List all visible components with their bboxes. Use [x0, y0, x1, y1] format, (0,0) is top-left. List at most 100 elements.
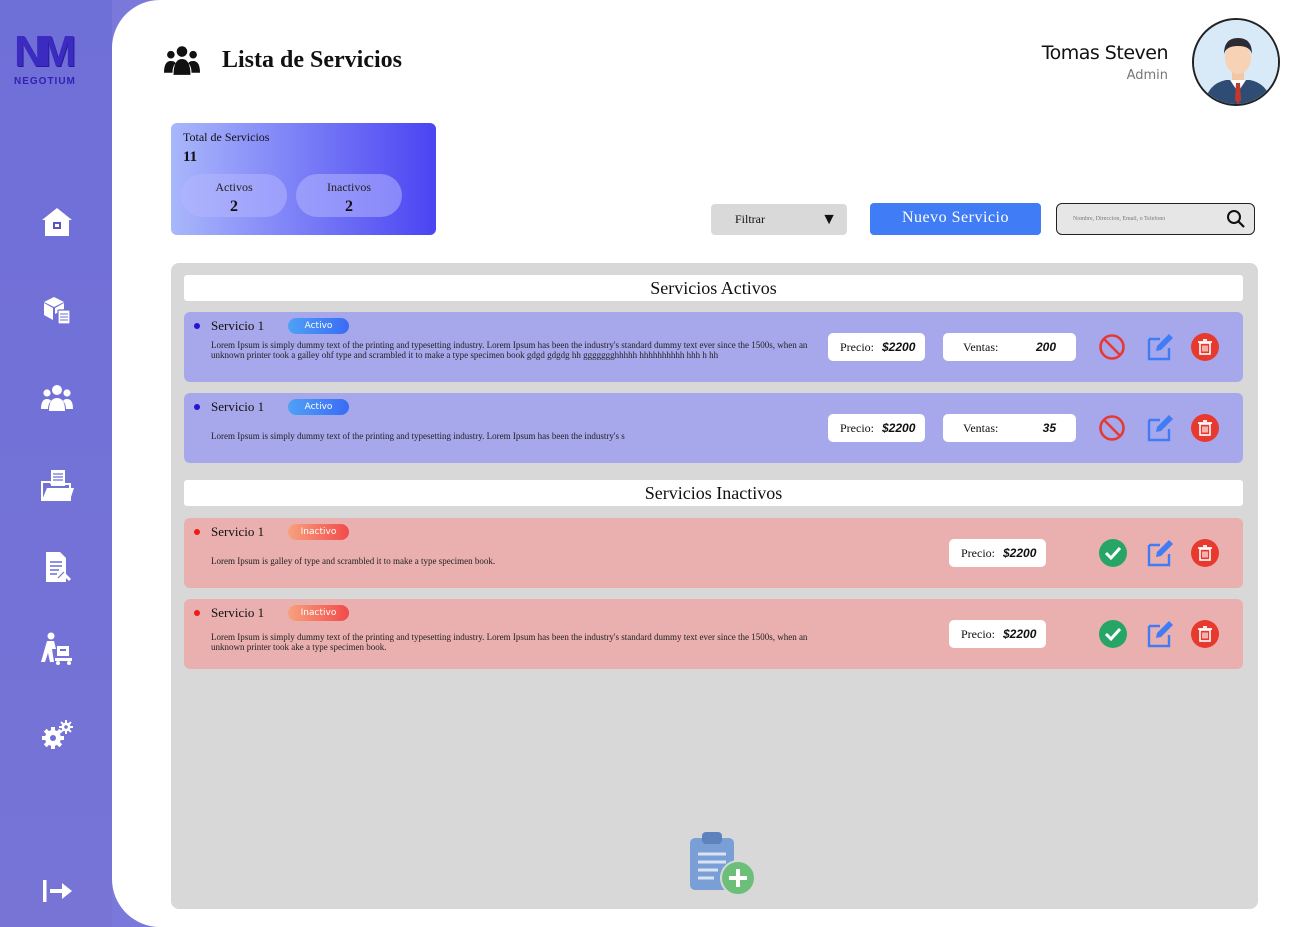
- disable-button[interactable]: [1097, 413, 1127, 443]
- active-count-label: Activos: [215, 180, 253, 194]
- sales-box: Ventas: 35: [943, 414, 1076, 442]
- total-services-label: Total de Servicios: [183, 130, 270, 144]
- service-description: Lorem Ipsum is simply dummy text of the …: [211, 632, 808, 652]
- edit-button[interactable]: [1145, 332, 1175, 362]
- service-name: Servicio 1: [211, 605, 265, 620]
- service-description: Lorem Ipsum is simply dummy text of the …: [211, 431, 625, 441]
- status-badge: Inactivo: [288, 605, 349, 621]
- block-icon: [1099, 415, 1125, 441]
- enable-button[interactable]: [1098, 619, 1128, 649]
- check-circle-icon: [1099, 620, 1127, 648]
- edit-icon: [1147, 621, 1173, 648]
- edit-button[interactable]: [1145, 538, 1175, 568]
- sidebar-item-home[interactable]: [38, 203, 76, 241]
- page-header: Lista de Servicios: [164, 44, 402, 76]
- trash-icon: [1191, 620, 1219, 648]
- service-name: Servicio 1: [211, 318, 265, 333]
- delete-button[interactable]: [1190, 413, 1220, 443]
- delete-button[interactable]: [1190, 538, 1220, 568]
- status-dot: [194, 323, 200, 329]
- logout-button[interactable]: [38, 872, 76, 910]
- users-icon: [41, 385, 73, 411]
- price-value: $2200: [1003, 546, 1037, 560]
- trash-icon: [1191, 333, 1219, 361]
- user-avatar-icon: [1194, 20, 1278, 104]
- delete-button[interactable]: [1190, 619, 1220, 649]
- add-service-button[interactable]: [688, 830, 756, 896]
- enable-button[interactable]: [1098, 538, 1128, 568]
- delivery-icon: [41, 632, 72, 665]
- products-icon: [44, 297, 71, 325]
- service-card-inactive[interactable]: Servicio 1 Inactivo Lorem Ipsum is simpl…: [184, 599, 1243, 669]
- home-icon: [42, 208, 72, 236]
- brand-logo[interactable]: NM NEGOTIUM: [14, 30, 94, 92]
- logout-icon: [43, 880, 72, 902]
- disable-button[interactable]: [1097, 332, 1127, 362]
- sidebar-item-settings[interactable]: [38, 716, 76, 754]
- status-dot: [194, 404, 200, 410]
- sidebar-item-products[interactable]: [38, 291, 76, 329]
- service-card-active[interactable]: Servicio 1 Activo Lorem Ipsum is simply …: [184, 312, 1243, 382]
- search-icon[interactable]: [1226, 209, 1246, 229]
- price-label: Precio:: [961, 545, 995, 560]
- price-value: $2200: [882, 340, 916, 354]
- sidebar-item-documents[interactable]: [38, 548, 76, 586]
- total-services-value: 11: [183, 149, 198, 165]
- services-panel: Servicios Activos Servicio 1 Activo Lore…: [171, 263, 1258, 909]
- sales-value: 200: [1035, 340, 1056, 354]
- active-section-title: Servicios Activos: [184, 275, 1243, 301]
- chevron-down-icon: ▼: [821, 210, 837, 228]
- services-stats-card: Total de Servicios 11 Activos 2 Inactivo…: [171, 123, 436, 235]
- status-badge: Activo: [288, 399, 349, 415]
- sidebar-item-folder[interactable]: [38, 466, 76, 504]
- search-input[interactable]: [1073, 216, 1226, 222]
- price-value: $2200: [1003, 627, 1037, 641]
- service-card-inactive[interactable]: Servicio 1 Inactivo Lorem Ipsum is galle…: [184, 518, 1243, 588]
- main-panel: Lista de Servicios Tomas Steven Admin To…: [112, 0, 1306, 927]
- edit-icon: [1147, 334, 1173, 361]
- filter-dropdown[interactable]: Filtrar ▼: [711, 204, 847, 235]
- user-info: Tomas Steven Admin: [1041, 42, 1169, 83]
- sales-label: Ventas:: [963, 339, 999, 354]
- status-badge: Activo: [288, 318, 349, 334]
- settings-icon: [42, 720, 73, 749]
- brand-mark: NM: [14, 27, 76, 76]
- price-label: Precio:: [961, 626, 995, 641]
- user-role: Admin: [1126, 68, 1168, 83]
- service-name: Servicio 1: [211, 524, 265, 539]
- edit-button[interactable]: [1145, 413, 1175, 443]
- block-icon: [1099, 334, 1125, 360]
- sidebar: NM NEGOTIUM: [0, 0, 112, 927]
- service-description: Lorem Ipsum is simply dummy text of the …: [211, 340, 808, 360]
- new-service-button[interactable]: Nuevo Servicio: [870, 203, 1041, 235]
- users-icon: [164, 46, 200, 75]
- inactive-count-label: Inactivos: [327, 180, 371, 194]
- edit-button[interactable]: [1145, 619, 1175, 649]
- inactive-count-value: 2: [345, 198, 353, 215]
- sales-box: Ventas: 200: [943, 333, 1076, 361]
- delete-button[interactable]: [1190, 332, 1220, 362]
- user-name: Tomas Steven: [1041, 42, 1169, 64]
- status-dot: [194, 610, 200, 616]
- filter-label: Filtrar: [735, 212, 765, 226]
- status-badge: Inactivo: [288, 524, 349, 540]
- edit-icon: [1147, 415, 1173, 442]
- active-count-value: 2: [230, 198, 238, 215]
- search-box: [1056, 203, 1255, 235]
- price-box: Precio: $2200: [949, 620, 1047, 648]
- price-label: Precio:: [840, 420, 874, 435]
- price-box: Precio: $2200: [828, 414, 926, 442]
- price-label: Precio:: [840, 339, 874, 354]
- price-box: Precio: $2200: [828, 333, 926, 361]
- trash-icon: [1191, 539, 1219, 567]
- sidebar-item-delivery[interactable]: [38, 630, 76, 668]
- price-value: $2200: [882, 421, 916, 435]
- avatar[interactable]: [1192, 18, 1280, 106]
- sidebar-item-users[interactable]: [38, 379, 76, 417]
- page-title: Lista de Servicios: [222, 46, 402, 73]
- clipboard-add-icon: [690, 832, 756, 896]
- price-box: Precio: $2200: [949, 539, 1047, 567]
- check-circle-icon: [1099, 539, 1127, 567]
- inactive-count-pill: Inactivos 2: [296, 174, 402, 217]
- service-card-active[interactable]: Servicio 1 Activo Lorem Ipsum is simply …: [184, 393, 1243, 463]
